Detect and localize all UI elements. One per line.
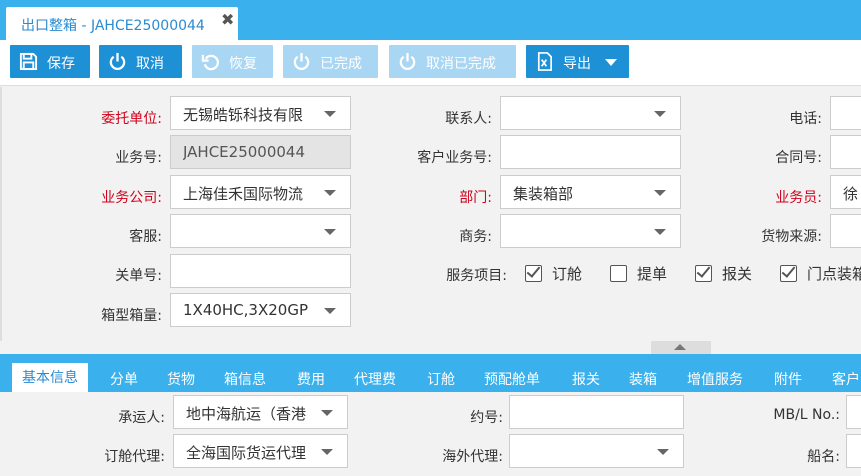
document-tab-strip: 出口整箱 - JAHCE25000044 ✖ (0, 0, 861, 40)
tab-4[interactable]: 费用 (297, 364, 325, 392)
collapse-form-handle[interactable] (651, 341, 711, 354)
tab-10[interactable]: 增值服务 (687, 364, 743, 392)
commerce-label: 商务: (459, 229, 492, 245)
document-tab-title: 出口整箱 - JAHCE25000044 (21, 18, 205, 34)
salesman-select[interactable]: 徐 (830, 175, 861, 209)
department-select[interactable]: 集装箱部 (500, 175, 681, 209)
toolbar: 保存 取消 恢复 已完成 取消已完成 导出 (0, 40, 861, 86)
service-bl-checkbox[interactable]: 提单 (610, 263, 667, 283)
phone-field[interactable] (830, 96, 861, 130)
tab-0[interactable]: 基本信息 (12, 363, 88, 392)
salesman-label: 业务员: (775, 190, 822, 206)
service-items-label: 服务项目: (446, 268, 507, 284)
chevron-down-icon (605, 59, 617, 66)
customer-business-no-label: 客户业务号: (417, 150, 492, 166)
cancel-completed-button[interactable]: 取消已完成 (389, 45, 516, 78)
chevron-down-icon (654, 229, 666, 235)
contract-field[interactable] (509, 395, 684, 429)
completed-button[interactable]: 已完成 (283, 45, 378, 78)
chevron-down-icon (654, 190, 666, 196)
contract-no-label: 合同号: (775, 150, 822, 166)
power-icon (399, 52, 416, 70)
customer-service-select[interactable] (170, 214, 351, 248)
power-icon (109, 52, 126, 70)
tab-3[interactable]: 箱信息 (224, 364, 266, 392)
customer-service-label: 客服: (129, 229, 162, 245)
customs-no-label: 关单号: (115, 268, 162, 284)
chevron-down-icon (324, 229, 336, 235)
vessel-field[interactable] (846, 434, 861, 468)
restore-button[interactable]: 恢复 (192, 45, 273, 78)
excel-file-icon (537, 52, 553, 71)
tab-2[interactable]: 货物 (167, 364, 195, 392)
checkbox-icon (525, 265, 542, 282)
tab-11[interactable]: 附件 (774, 364, 802, 392)
container-label: 箱型箱量: (101, 308, 162, 324)
client-select[interactable]: 无锡皓铄科技有限 (170, 96, 351, 130)
contract-label: 约号: (470, 410, 503, 426)
booking-agent-label: 订舱代理: (104, 449, 165, 465)
detail-tab-strip: 基本信息 分单 货物 箱信息 费用 代理费 订舱 预配舱单 报关 装箱 增值服务 附件 客户 (0, 354, 861, 392)
carrier-select[interactable]: 地中海航运（香港 (173, 395, 348, 429)
basic-info-form: 承运人: 地中海航运（香港 约号: MB/L No.: 订舱代理: 全海国际货运… (0, 392, 861, 476)
client-label: 委托单位: (101, 111, 162, 127)
undo-icon (201, 54, 219, 71)
mbl-field[interactable] (846, 395, 861, 429)
checkbox-icon (610, 265, 627, 282)
document-tab[interactable]: 出口整箱 - JAHCE25000044 ✖ (6, 7, 238, 40)
customs-no-field[interactable] (170, 254, 351, 288)
checkbox-icon (695, 265, 712, 282)
service-door-stuffing-checkbox[interactable]: 门点装箱 (780, 263, 861, 283)
commerce-select[interactable] (500, 214, 681, 248)
business-company-label: 业务公司: (101, 190, 162, 206)
export-button[interactable]: 导出 (526, 45, 629, 78)
tab-8[interactable]: 报关 (572, 364, 600, 392)
department-label: 部门: (459, 190, 492, 206)
service-booking-checkbox[interactable]: 订舱 (525, 263, 582, 283)
tab-7[interactable]: 预配舱单 (484, 364, 540, 392)
customer-business-no-field[interactable] (500, 135, 681, 169)
tab-9[interactable]: 装箱 (629, 364, 657, 392)
chevron-down-icon (654, 111, 666, 117)
business-no-field: JAHCE25000044 (170, 135, 351, 169)
chevron-down-icon (324, 111, 336, 117)
booking-agent-select[interactable]: 全海国际货运代理 (173, 434, 348, 468)
chevron-up-icon (674, 344, 686, 350)
container-select[interactable]: 1X40HC,3X20GP (170, 293, 351, 327)
cancel-button[interactable]: 取消 (99, 45, 182, 78)
tab-12[interactable]: 客户 (832, 364, 860, 392)
carrier-label: 承运人: (118, 410, 165, 426)
chevron-down-icon (657, 449, 669, 455)
contact-select[interactable] (500, 96, 681, 130)
contact-label: 联系人: (445, 111, 492, 127)
tab-6[interactable]: 订舱 (427, 364, 455, 392)
business-no-label: 业务号: (115, 150, 162, 166)
vessel-label: 船名: (807, 449, 840, 465)
business-company-select[interactable]: 上海佳禾国际物流 (170, 175, 351, 209)
chevron-down-icon (321, 449, 333, 455)
save-button[interactable]: 保存 (10, 45, 90, 78)
order-form: 委托单位: 无锡皓铄科技有限 联系人: 电话: 业务号: JAHCE250000… (0, 87, 861, 341)
checkbox-icon (780, 265, 797, 282)
contract-no-field[interactable] (830, 135, 861, 169)
close-tab-icon[interactable]: ✖ (221, 10, 234, 29)
overseas-agent-label: 海外代理: (442, 449, 503, 465)
service-customs-checkbox[interactable]: 报关 (695, 263, 752, 283)
cargo-source-label: 货物来源: (761, 229, 822, 245)
chevron-down-icon (321, 410, 333, 416)
cargo-source-select[interactable] (830, 214, 861, 248)
power-icon (293, 52, 310, 70)
tab-5[interactable]: 代理费 (354, 364, 396, 392)
overseas-agent-select[interactable] (509, 434, 684, 468)
save-icon (19, 52, 38, 71)
mbl-label: MB/L No.: (773, 407, 840, 423)
chevron-down-icon (324, 308, 336, 314)
tab-1[interactable]: 分单 (110, 364, 138, 392)
phone-label: 电话: (789, 111, 822, 127)
chevron-down-icon (324, 190, 336, 196)
